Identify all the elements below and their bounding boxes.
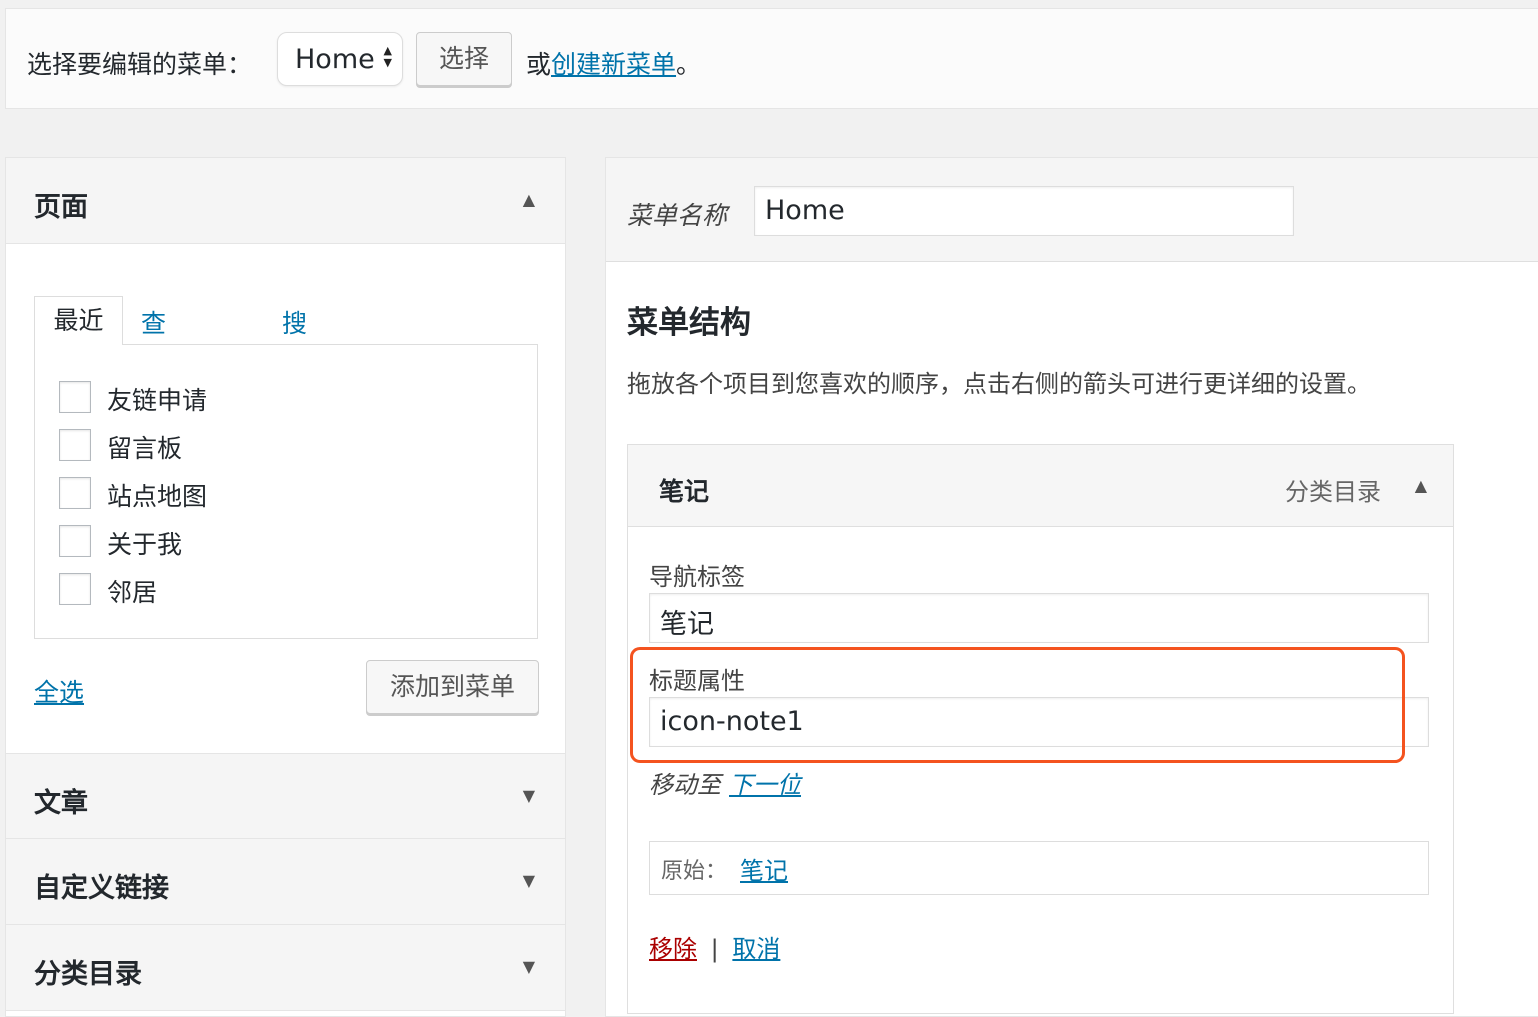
nav-label-label: 导航标签 bbox=[649, 563, 745, 591]
page-label: 邻居 bbox=[107, 578, 158, 607]
create-menu-text: 或创建新菜单。 bbox=[526, 45, 701, 81]
section-pages-title: 页面 bbox=[34, 192, 88, 223]
or-text: 或 bbox=[526, 50, 552, 79]
title-attribute-input[interactable]: icon-note1 bbox=[649, 697, 1429, 747]
select-menu-label: 选择要编辑的菜单： bbox=[27, 50, 253, 79]
page-label: 友链申请 bbox=[107, 386, 208, 415]
pages-checklist: 友链申请 留言板 站点地图 关于我 邻居 bbox=[34, 344, 538, 639]
section-posts-title: 文章 bbox=[34, 788, 88, 819]
section-categories-title: 分类目录 bbox=[34, 959, 142, 990]
expand-arrow-icon[interactable]: ▼ bbox=[523, 871, 535, 890]
action-separator: | bbox=[710, 935, 719, 963]
create-menu-link[interactable]: 创建新菜单 bbox=[551, 50, 676, 79]
tab-recent[interactable]: 最近 bbox=[34, 296, 123, 345]
page-label: 站点地图 bbox=[107, 482, 208, 511]
expand-arrow-icon[interactable]: ▼ bbox=[523, 786, 535, 805]
menu-select-bar: 选择要编辑的菜单： Home ▲ ▼ 选择 或创建新菜单。 bbox=[5, 8, 1538, 109]
menu-item-type: 分类目录 bbox=[1285, 478, 1381, 506]
menu-select-value: Home bbox=[295, 44, 375, 75]
checkbox[interactable] bbox=[59, 573, 91, 605]
original-info: 原始： 笔记 bbox=[649, 841, 1429, 895]
move-down-link[interactable]: 下一位 bbox=[729, 771, 801, 799]
move-to: 移动至 下一位 bbox=[649, 765, 801, 800]
add-to-menu-button[interactable]: 添加到菜单 bbox=[366, 660, 539, 714]
original-label: 原始： bbox=[661, 859, 728, 884]
checkbox[interactable] bbox=[59, 525, 91, 557]
checkbox[interactable] bbox=[59, 477, 91, 509]
cancel-link[interactable]: 取消 bbox=[732, 935, 780, 963]
checkbox[interactable] bbox=[59, 429, 91, 461]
collapse-arrow-icon[interactable]: ▲ bbox=[523, 190, 535, 209]
page-label: 关于我 bbox=[107, 530, 183, 559]
select-arrows-icon: ▲ ▼ bbox=[383, 44, 392, 69]
item-actions: 移除 | 取消 bbox=[649, 929, 780, 964]
title-attribute-label: 标题属性 bbox=[649, 667, 745, 695]
section-pages-header[interactable]: 页面 ▲ bbox=[6, 158, 565, 244]
remove-link[interactable]: 移除 bbox=[649, 935, 697, 963]
menu-name-input[interactable]: Home bbox=[754, 186, 1294, 236]
move-to-label: 移动至 bbox=[649, 771, 721, 799]
page-label: 留言板 bbox=[107, 434, 183, 463]
section-categories-header[interactable]: 分类目录 ▼ bbox=[6, 925, 565, 1011]
menu-select[interactable]: Home ▲ ▼ bbox=[277, 32, 403, 86]
collapse-arrow-icon[interactable]: ▲ bbox=[1415, 476, 1427, 495]
add-menu-items-panel: 页面 ▲ 最近 查看所有 搜索 友链申请 留言板 站点地图 关于我 邻居 全选 … bbox=[5, 157, 566, 1017]
menu-item-header[interactable]: 笔记 分类目录 ▲ bbox=[628, 445, 1453, 527]
section-custom-links-header[interactable]: 自定义链接 ▼ bbox=[6, 839, 565, 925]
expand-arrow-icon[interactable]: ▼ bbox=[523, 957, 535, 976]
menu-structure-description: 拖放各个项目到您喜欢的顺序，点击右侧的箭头可进行更详细的设置。 bbox=[627, 370, 1371, 398]
select-all-link[interactable]: 全选 bbox=[34, 673, 84, 709]
section-custom-links-title: 自定义链接 bbox=[34, 873, 169, 904]
section-posts-header[interactable]: 文章 ▼ bbox=[6, 753, 565, 839]
period-text: 。 bbox=[676, 50, 702, 79]
menu-edit-panel: 菜单名称 Home 菜单结构 拖放各个项目到您喜欢的顺序，点击右侧的箭头可进行更… bbox=[605, 157, 1538, 1017]
menu-structure-title: 菜单结构 bbox=[627, 305, 751, 341]
original-link[interactable]: 笔记 bbox=[740, 851, 788, 886]
nav-label-input[interactable]: 笔记 bbox=[649, 593, 1429, 643]
checkbox[interactable] bbox=[59, 381, 91, 413]
menu-name-label: 菜单名称 bbox=[627, 201, 728, 230]
menu-name-header: 菜单名称 Home bbox=[606, 158, 1538, 262]
menu-item: 笔记 分类目录 ▲ 导航标签 笔记 标题属性 icon-note1 移动至 下一位… bbox=[627, 444, 1454, 1014]
menu-item-title: 笔记 bbox=[659, 477, 710, 506]
select-menu-button[interactable]: 选择 bbox=[416, 32, 512, 86]
